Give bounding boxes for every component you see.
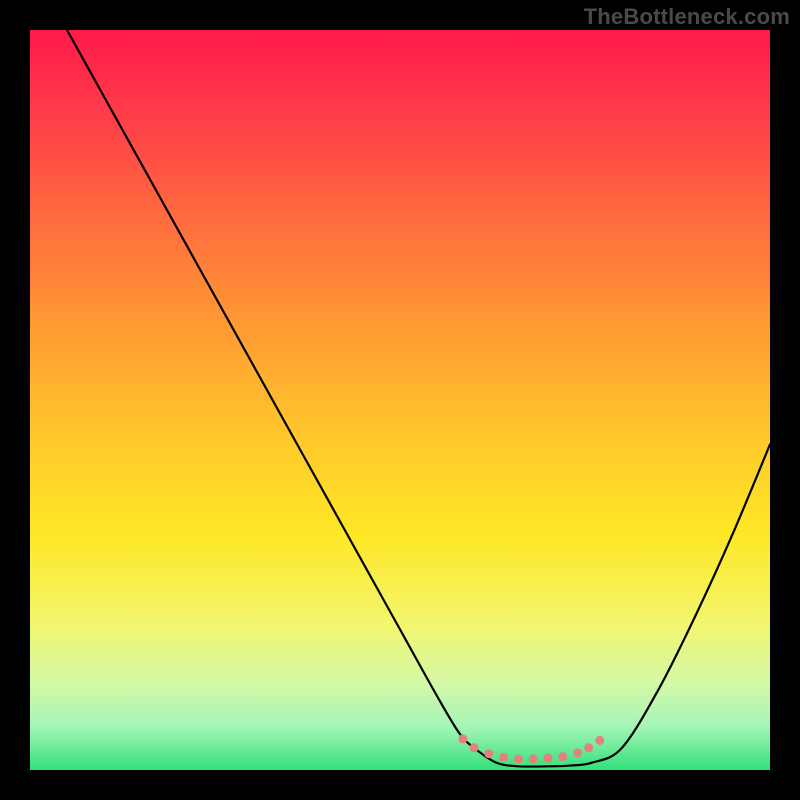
trough-marker [514, 754, 523, 763]
gradient-bg [30, 30, 770, 770]
chart-svg [30, 30, 770, 770]
trough-marker [595, 736, 604, 745]
trough-marker [499, 753, 508, 762]
trough-marker [584, 743, 593, 752]
trough-marker [470, 743, 479, 752]
trough-marker [558, 752, 567, 761]
trough-marker [484, 749, 493, 758]
watermark-text: TheBottleneck.com [584, 4, 790, 30]
trough-marker [529, 754, 538, 763]
plot-area [30, 30, 770, 770]
chart-stage: TheBottleneck.com [0, 0, 800, 800]
trough-marker [573, 748, 582, 757]
trough-marker [544, 754, 553, 763]
trough-marker [458, 734, 467, 743]
